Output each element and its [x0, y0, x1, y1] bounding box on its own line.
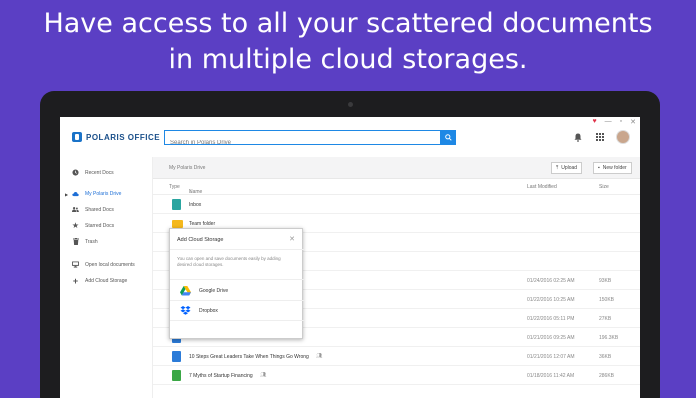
- file-size: 36KB: [599, 354, 612, 360]
- file-size: 27KB: [599, 316, 612, 322]
- clock-icon: [72, 169, 79, 176]
- expand-arrow-icon[interactable]: ▶: [65, 192, 68, 197]
- search-box: [164, 130, 456, 150]
- sidebar-item-label: Add Cloud Storage: [85, 277, 128, 284]
- new-folder-button[interactable]: ▪ New folder: [593, 162, 632, 174]
- apps-grid-icon[interactable]: [594, 131, 606, 143]
- sidebar-item-trash[interactable]: Trash: [72, 238, 98, 245]
- upload-button[interactable]: ⤒ Upload: [551, 162, 583, 174]
- dialog-title: Add Cloud Storage: [177, 237, 224, 243]
- new-folder-label: New folder: [602, 165, 627, 171]
- file-size: 196.3KB: [599, 335, 619, 341]
- file-name[interactable]: 10 Steps Great Leaders Take When Things …: [189, 354, 309, 360]
- table-row[interactable]: 7 Myths of Startup Financing 👥︎ 01/18/2016…: [153, 366, 640, 385]
- divider: [170, 300, 304, 301]
- file-size: 150KB: [599, 297, 615, 303]
- file-modified-date: 01/21/2016 12:07 AM: [527, 354, 575, 360]
- dialog-description: You can open and save documents easily b…: [177, 256, 281, 267]
- sidebar-item-starred-docs[interactable]: ★ Starred Docs: [71, 221, 115, 230]
- file-modified-date: 01/24/2016 02:25 AM: [527, 278, 575, 284]
- cloud-icon: [72, 190, 79, 197]
- logo-text: POLARIS OFFICE: [86, 132, 161, 142]
- sidebar: Recent Docs ▶ My Polaris Drive Shared Do…: [60, 157, 152, 398]
- table-row[interactable]: Inbox: [153, 195, 640, 214]
- new-folder-icon: ▪: [598, 165, 600, 171]
- logo: POLARIS OFFICE: [72, 132, 160, 142]
- camera-dot: [348, 102, 353, 107]
- google-drive-option[interactable]: Google Drive: [180, 286, 228, 296]
- sidebar-item-label: Shared Docs: [85, 206, 114, 213]
- google-drive-icon: [180, 286, 191, 296]
- divider: [170, 249, 304, 250]
- headline-line-1: Have access to all your scattered docume…: [43, 8, 653, 39]
- sidebar-item-label: My Polaris Drive: [85, 190, 122, 197]
- search-button[interactable]: [440, 130, 456, 145]
- sidebar-item-label: Starred Docs: [85, 222, 115, 229]
- app-window: ♥ — ▫ ✕ POLARIS OFFICE Search in Polaris…: [60, 117, 640, 398]
- sidebar-item-label: Open local documents: [85, 261, 135, 268]
- file-name[interactable]: Team folder: [189, 221, 215, 227]
- column-size[interactable]: Size: [599, 184, 609, 190]
- file-modified-date: 01/22/2016 10:25 AM: [527, 297, 575, 303]
- toolbar: My Polaris Drive ⤒ Upload ▪ New folder: [153, 157, 640, 179]
- monitor-icon: [72, 261, 79, 268]
- app-header: POLARIS OFFICE: [60, 117, 640, 157]
- sidebar-item-add-cloud-storage[interactable]: + Add Cloud Storage: [72, 275, 128, 286]
- breadcrumb: My Polaris Drive: [169, 165, 206, 171]
- column-type[interactable]: Type: [169, 184, 180, 190]
- sidebar-item-shared-docs[interactable]: Shared Docs: [72, 206, 114, 213]
- search-icon: [444, 134, 452, 141]
- file-size: 93KB: [599, 278, 612, 284]
- headline: Have access to all your scattered docume…: [0, 6, 696, 78]
- google-drive-label: Google Drive: [199, 288, 229, 294]
- column-last-modified[interactable]: Last Modified: [527, 184, 557, 190]
- dropbox-option[interactable]: Dropbox: [180, 306, 218, 316]
- sidebar-item-recent-docs[interactable]: Recent Docs: [72, 169, 114, 176]
- folder-icon: [172, 220, 183, 228]
- avatar[interactable]: [616, 130, 630, 144]
- spreadsheet-file-icon: [172, 370, 181, 381]
- table-row[interactable]: 10 Steps Great Leaders Take When Things …: [153, 347, 640, 366]
- polaris-logo-icon: [72, 132, 82, 142]
- people-icon: [72, 206, 79, 213]
- headline-line-2: in multiple cloud storages.: [168, 44, 528, 75]
- upload-icon: ⤒: [556, 165, 559, 171]
- add-cloud-storage-dialog: Add Cloud Storage ✕ You can open and sav…: [169, 228, 304, 339]
- file-modified-date: 01/22/2016 05:11 PM: [527, 316, 575, 322]
- sidebar-item-my-polaris-drive[interactable]: My Polaris Drive: [72, 190, 121, 197]
- dropbox-icon: [180, 306, 191, 315]
- trash-icon: [72, 238, 79, 245]
- file-size: 286KB: [599, 373, 615, 379]
- upload-label: Upload: [561, 165, 578, 171]
- sidebar-item-open-local-documents[interactable]: Open local documents: [72, 261, 135, 268]
- close-icon[interactable]: ✕: [289, 235, 295, 243]
- dropbox-label: Dropbox: [199, 308, 218, 314]
- sidebar-item-label: Trash: [85, 238, 98, 245]
- file-name[interactable]: 7 Myths of Startup Financing: [189, 373, 253, 379]
- divider: [170, 279, 304, 280]
- laptop-frame: ♥ — ▫ ✕ POLARIS OFFICE Search in Polaris…: [40, 91, 660, 398]
- plus-icon: +: [72, 275, 79, 286]
- shared-icon: 👥︎: [260, 372, 267, 378]
- divider: [170, 320, 304, 321]
- file-modified-date: 01/18/2016 11:42 AM: [527, 373, 575, 379]
- search-input[interactable]: [165, 136, 435, 150]
- document-file-icon: [172, 351, 181, 362]
- shared-icon: 👥︎: [316, 353, 323, 359]
- bell-icon[interactable]: [572, 131, 584, 143]
- star-icon: ★: [71, 221, 80, 230]
- column-header: Type Name ↓ Last Modified Size: [153, 179, 640, 195]
- header-icons: [572, 130, 630, 144]
- file-name[interactable]: Inbox: [189, 202, 201, 208]
- sidebar-item-label: Recent Docs: [85, 169, 114, 176]
- file-modified-date: 01/21/2016 09:25 AM: [527, 335, 575, 341]
- inbox-icon: [172, 199, 181, 210]
